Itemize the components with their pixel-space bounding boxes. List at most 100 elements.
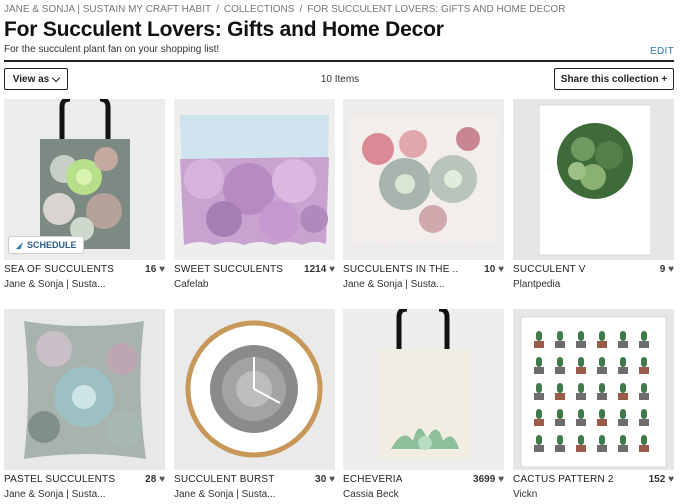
heart-icon: ♥ [498,474,504,485]
pot-shape [576,419,586,426]
cactus-shape [578,409,584,419]
cactus-shape [620,331,626,341]
heart-icon: ♥ [668,474,674,485]
artist-name[interactable]: Jane & Sonja | Susta... [343,279,445,290]
like-count[interactable]: 16 ♥ [145,264,165,275]
product-thumbnail[interactable] [513,99,674,260]
product-thumbnail[interactable] [513,309,674,470]
pot-shape [618,445,628,452]
product-thumbnail[interactable] [174,99,335,260]
product-name[interactable]: SWEET SUCCULENTS [174,264,283,275]
pot-shape [555,445,565,452]
product-card[interactable]: CACTUS PATTERN 2 152 ♥ Vickn [513,309,674,500]
pot-shape [597,367,607,374]
cactus-shape [536,383,542,393]
product-name[interactable]: CACTUS PATTERN 2 [513,474,614,485]
product-name[interactable]: PASTEL SUCCULENTS ... [4,474,119,485]
page-title: For Succulent Lovers: Gifts and Home Dec… [4,18,444,41]
cactus-shape [557,409,563,419]
like-count[interactable]: 152 ♥ [649,474,674,485]
artist-name[interactable]: Jane & Sonja | Susta... [174,489,276,500]
pot-shape [597,341,607,348]
artist-name[interactable]: Jane & Sonja | Susta... [4,489,106,500]
product-thumbnail[interactable] [174,309,335,470]
product-card[interactable]: SUCCULENTS IN THE ... 10 ♥ Jane & Sonja … [343,99,504,290]
product-name[interactable]: SEA OF SUCCULENTS [4,264,114,275]
cactus-shape [599,383,605,393]
product-card[interactable]: SUCCULENT BURST 30 ♥ Jane & Sonja | Sust… [174,309,335,500]
pot-shape [534,445,544,452]
product-name[interactable]: ECHEVERIA [343,474,403,485]
like-count[interactable]: 10 ♥ [484,264,504,275]
cactus-shape [641,383,647,393]
like-count[interactable]: 1214 ♥ [304,264,335,275]
product-name[interactable]: SUCCULENT V [513,264,586,275]
product-thumbnail[interactable] [343,309,504,470]
pot-shape [639,445,649,452]
breadcrumb-current[interactable]: FOR SUCCULENT LOVERS: GIFTS AND HOME DEC… [307,4,565,15]
schedule-button[interactable]: SCHEDULE [8,236,84,254]
edit-link[interactable]: EDIT [650,46,674,57]
product-name[interactable]: SUCCULENT BURST [174,474,275,485]
like-count-value: 1214 [304,264,327,275]
product-thumbnail[interactable] [343,99,504,260]
like-count-value: 28 [145,474,157,485]
tote-bag-image [343,309,504,470]
cactus-shape [557,383,563,393]
product-card[interactable]: SWEET SUCCULENTS 1214 ♥ Cafelab [174,99,335,290]
artist-name[interactable]: Plantpedia [513,279,560,290]
artist-name[interactable]: Cassia Beck [343,489,399,500]
pot-shape [639,367,649,374]
heart-icon: ♥ [329,474,335,485]
tapestry-image [343,99,504,260]
product-card[interactable]: SUCCULENT V 9 ♥ Plantpedia [513,99,674,290]
cactus-shape [557,357,563,367]
product-name[interactable]: SUCCULENTS IN THE ... [343,264,458,275]
share-collection-button[interactable]: Share this collection + [554,68,674,90]
heart-icon: ♥ [159,474,165,485]
cactus-shape [536,357,542,367]
pot-shape [534,341,544,348]
pot-shape [639,419,649,426]
artist-name[interactable]: Vickn [513,489,537,500]
pot-shape [639,393,649,400]
cactus-shape [599,331,605,341]
art-print-image [513,309,674,470]
cactus-shape [641,331,647,341]
cactus-shape [536,409,542,419]
pot-shape [534,419,544,426]
cactus-shape [578,383,584,393]
like-count-value: 9 [659,264,666,275]
like-count-value: 10 [484,264,496,275]
product-card[interactable]: ECHEVERIA 3699 ♥ Cassia Beck [343,309,504,500]
cactus-shape [620,357,626,367]
product-card[interactable]: SCHEDULE SEA OF SUCCULENTS 16 ♥ Jane & S… [4,99,165,290]
tapestry-image [174,99,335,260]
like-count[interactable]: 3699 ♥ [473,474,504,485]
pot-shape [597,393,607,400]
cactus-shape [536,435,542,445]
pot-shape [597,419,607,426]
product-thumbnail[interactable] [4,309,165,470]
cactus-shape [620,409,626,419]
cactus-shape [599,409,605,419]
like-count[interactable]: 28 ♥ [145,474,165,485]
cactus-shape [578,331,584,341]
like-count-value: 152 [648,474,666,485]
artist-name[interactable]: Cafelab [174,279,208,290]
header-divider [4,60,674,62]
breadcrumb-user-link[interactable]: JANE & SONJA | SUSTAIN MY CRAFT HABIT [4,4,211,15]
cactus-shape [599,357,605,367]
product-card[interactable]: PASTEL SUCCULENTS ... 28 ♥ Jane & Sonja … [4,309,165,500]
product-thumbnail[interactable]: SCHEDULE [4,99,165,260]
like-count[interactable]: 9 ♥ [660,264,674,275]
like-count-value: 16 [145,264,157,275]
cactus-shape [641,435,647,445]
cactus-shape [599,435,605,445]
pot-shape [555,367,565,374]
artist-name[interactable]: Jane & Sonja | Susta... [4,279,106,290]
like-count[interactable]: 30 ♥ [315,474,335,485]
breadcrumb-collections-link[interactable]: COLLECTIONS [224,4,295,15]
heart-icon: ♥ [159,264,165,275]
art-print-image [513,99,674,260]
